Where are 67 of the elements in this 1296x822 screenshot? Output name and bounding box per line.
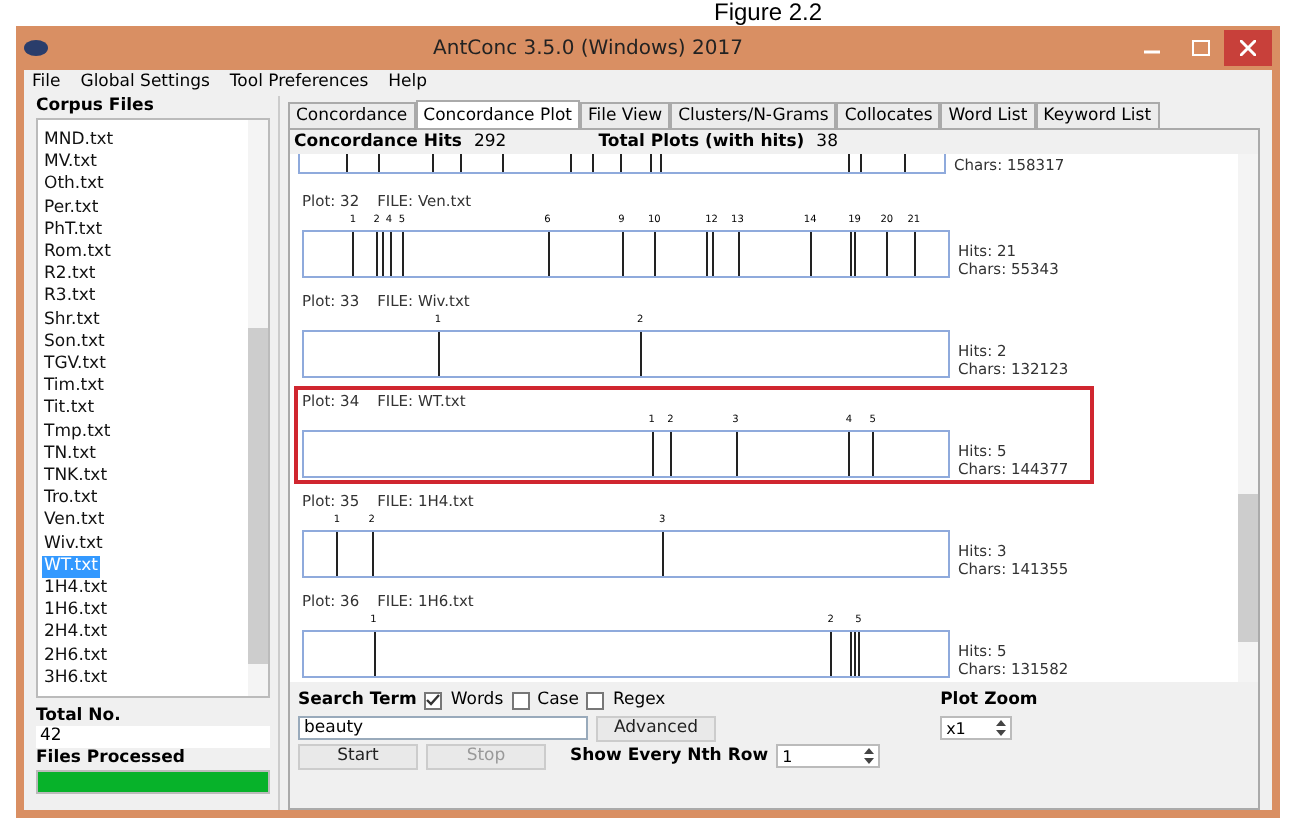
search-term-label: Search Term bbox=[298, 690, 417, 710]
scrollbar[interactable] bbox=[1238, 154, 1258, 682]
corpus-list-entry[interactable]: 1H6.txt bbox=[42, 600, 110, 623]
checkbox-label: Case bbox=[537, 690, 579, 710]
search-field[interactable]: beauty bbox=[298, 716, 588, 740]
nth-row-label: Show Every Nth Row bbox=[570, 746, 769, 766]
corpus-list-entry[interactable]: 3H6.txt bbox=[42, 667, 110, 691]
corpus-list-entry[interactable]: R3.txt bbox=[42, 286, 98, 310]
corpus-list-entry[interactable]: TN.txt bbox=[42, 443, 98, 467]
maximize-icon bbox=[1191, 40, 1209, 56]
corpus-list-entry[interactable]: 1H4.txt bbox=[42, 578, 110, 601]
spinner-arrows-icon bbox=[996, 720, 1007, 736]
corpus-list-entry[interactable]: Shr.txt bbox=[42, 309, 102, 332]
corpus-list-entry[interactable]: Tit.txt bbox=[42, 398, 97, 422]
corpus-list-entry[interactable]: Tro.txt bbox=[42, 488, 100, 511]
tab[interactable]: Clusters/N-Grams bbox=[670, 102, 837, 128]
tab[interactable]: File View bbox=[580, 102, 671, 128]
total-value: 42 bbox=[36, 726, 270, 748]
corpus-files-heading: Corpus Files bbox=[36, 96, 156, 116]
plots-label: Total Plots (with hits) bbox=[598, 132, 805, 152]
processed-label: Files Processed bbox=[36, 748, 187, 768]
spinner-arrows-icon bbox=[864, 748, 875, 764]
close-button[interactable] bbox=[1224, 30, 1272, 66]
corpus-list-entry[interactable]: Oth.txt bbox=[42, 174, 106, 198]
menu-item[interactable]: File bbox=[32, 72, 61, 94]
corpus-list-entry[interactable]: Tmp.txt bbox=[42, 421, 113, 444]
menu-item[interactable]: Tool Preferences bbox=[229, 72, 369, 94]
corpus-list-entry[interactable]: TGV.txt bbox=[42, 354, 108, 377]
nth-row-spinner[interactable]: 1 bbox=[776, 744, 881, 768]
close-icon bbox=[1240, 40, 1256, 56]
checkbox[interactable] bbox=[586, 691, 605, 709]
corpus-list-entry[interactable]: PhT.txt bbox=[42, 219, 105, 243]
corpus-list-entry[interactable]: Per.txt bbox=[42, 197, 101, 220]
hits-value: 292 bbox=[473, 132, 507, 152]
hits-label: Concordance Hits bbox=[294, 132, 462, 152]
figure-caption: Figure 2.2 bbox=[711, 0, 825, 26]
tab[interactable]: Concordance Plot bbox=[415, 100, 580, 128]
corpus-list-entry[interactable]: TNK.txt bbox=[42, 466, 110, 489]
checkbox-label: Words bbox=[450, 690, 504, 710]
corpus-list-entry[interactable]: MV.txt bbox=[42, 152, 99, 175]
corpus-list-entry[interactable]: 2H4.txt bbox=[42, 622, 110, 646]
corpus-list-entry[interactable]: Wiv.txt bbox=[42, 533, 105, 556]
app-icon bbox=[24, 38, 48, 58]
corpus-list-entry[interactable]: Tim.txt bbox=[42, 376, 106, 399]
checkbox[interactable] bbox=[424, 691, 443, 709]
menu-item[interactable]: Help bbox=[388, 72, 428, 94]
zoom-spinner[interactable]: x1 bbox=[940, 716, 1013, 740]
total-label: Total No. bbox=[36, 706, 123, 726]
corpus-list-entry[interactable]: Rom.txt bbox=[42, 242, 113, 265]
menu-item[interactable]: Global Settings bbox=[80, 72, 210, 94]
tab[interactable]: Keyword List bbox=[1035, 102, 1160, 128]
corpus-list-entry[interactable]: 2H6.txt bbox=[42, 645, 110, 668]
corpus-list-entry[interactable]: Son.txt bbox=[42, 331, 107, 355]
tab[interactable]: Word List bbox=[940, 102, 1036, 128]
corpus-list-entry[interactable]: Ven.txt bbox=[42, 510, 107, 534]
advanced-button[interactable]: Advanced bbox=[596, 715, 716, 741]
scrollbar[interactable] bbox=[248, 120, 268, 696]
corpus-list-entry[interactable]: R2.txt bbox=[42, 264, 98, 287]
checkbox-label: Regex bbox=[612, 690, 666, 710]
tab[interactable]: Concordance bbox=[288, 102, 416, 128]
plot-zoom-label: Plot Zoom bbox=[940, 690, 1038, 710]
plots-value: 38 bbox=[816, 132, 838, 152]
corpus-list-entry[interactable]: MND.txt bbox=[42, 130, 116, 153]
checkbox[interactable] bbox=[511, 691, 530, 709]
start-button[interactable]: Start bbox=[298, 743, 418, 769]
window-title: AntConc 3.5.0 (Windows) 2017 bbox=[431, 37, 745, 59]
tab[interactable]: Collocates bbox=[836, 102, 941, 128]
